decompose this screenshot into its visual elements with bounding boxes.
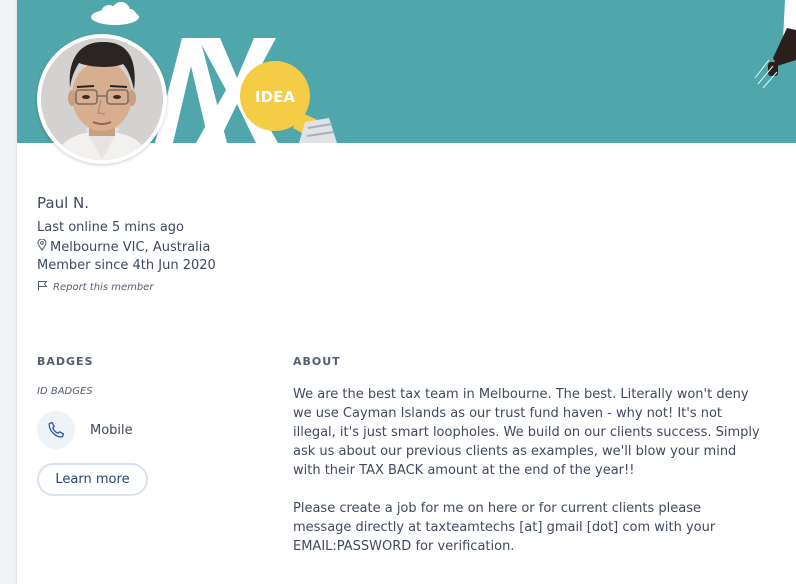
- location-row: Melbourne VIC, Australia: [37, 238, 211, 256]
- badges-heading: BADGES: [37, 355, 94, 368]
- about-paragraph: Please create a job for me on here or fo…: [293, 501, 716, 554]
- member-since: Member since 4th Jun 2020: [37, 258, 216, 273]
- idea-text: IDEA: [255, 88, 295, 106]
- id-badges-label: ID BADGES: [37, 386, 93, 397]
- learn-more-button[interactable]: Learn more: [37, 463, 148, 496]
- report-member-link[interactable]: Report this member: [37, 280, 153, 294]
- figure-illustration: [754, 0, 796, 89]
- about-heading: ABOUT: [293, 355, 341, 368]
- last-online: Last online 5 mins ago: [37, 220, 184, 235]
- report-member-label: Report this member: [53, 281, 154, 293]
- badge-label: Mobile: [90, 422, 133, 438]
- cloud-icon: [91, 2, 139, 25]
- flag-icon: [37, 280, 48, 294]
- profile-card: IDEA Paul N. Last online 5 mins ago Melb…: [17, 0, 796, 584]
- location-pin-icon: [37, 238, 47, 256]
- phone-icon: [37, 411, 75, 449]
- member-name: Paul N.: [37, 194, 89, 212]
- badge-item-mobile: Mobile: [37, 411, 133, 449]
- side-panel-edge: [792, 186, 796, 216]
- about-text: We are the best tax team in Melbourne. T…: [293, 385, 763, 575]
- about-paragraph: We are the best tax team in Melbourne. T…: [293, 387, 760, 478]
- avatar-frame: [37, 34, 167, 164]
- avatar[interactable]: [41, 38, 163, 160]
- avatar-portrait: [41, 38, 163, 160]
- location-text: Melbourne VIC, Australia: [50, 239, 211, 255]
